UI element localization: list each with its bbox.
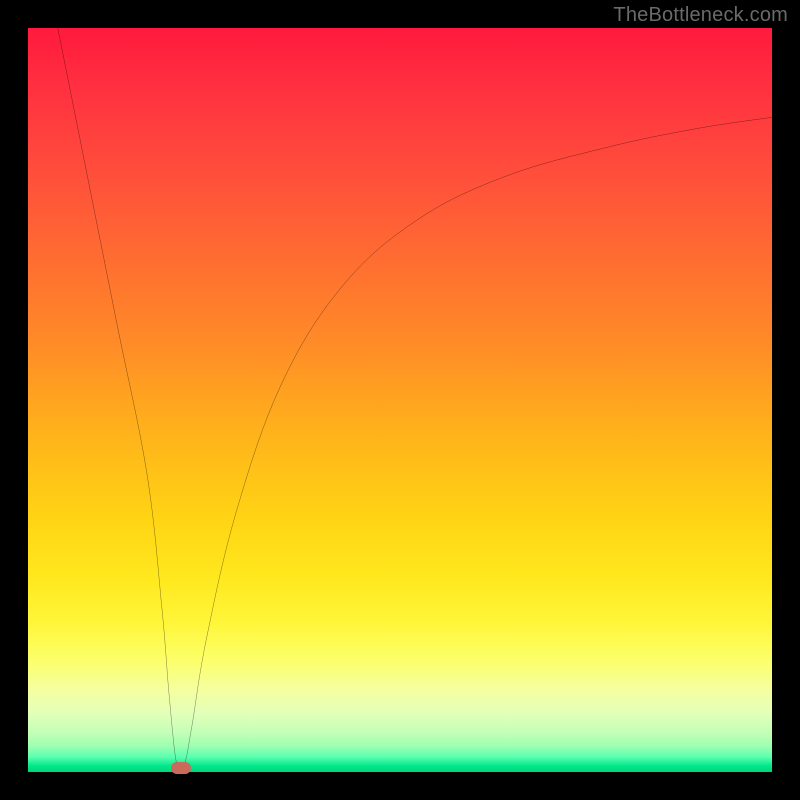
chart-frame: TheBottleneck.com <box>0 0 800 800</box>
bottleneck-curve <box>28 28 772 772</box>
plot-area <box>28 28 772 772</box>
watermark-text: TheBottleneck.com <box>613 4 788 27</box>
optimum-marker <box>171 762 191 774</box>
